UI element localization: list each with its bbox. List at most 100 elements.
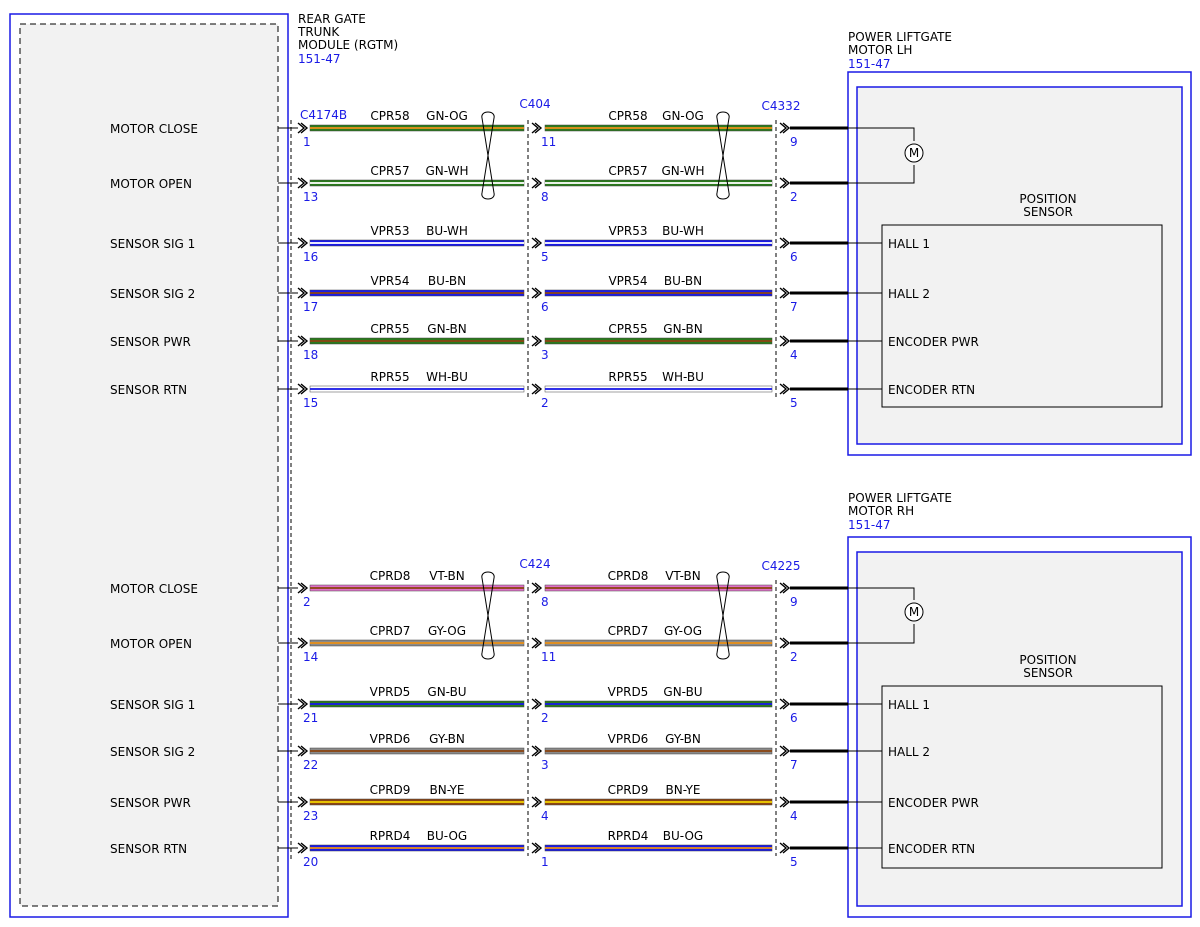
wire-segment-2-stripe — [545, 587, 772, 589]
component-pin-number: 9 — [790, 595, 798, 609]
wire-color-left: WH-BU — [426, 370, 468, 384]
position-sensor-box — [881, 224, 1163, 408]
signal-label: SENSOR PWR — [110, 335, 191, 349]
circuit-id-right: VPRD6 — [608, 732, 649, 746]
module-pin-number: 18 — [303, 348, 318, 362]
component-pin-number: 6 — [790, 250, 798, 264]
wire-color-right: BN-YE — [665, 783, 700, 797]
wire-color-right: WH-BU — [662, 370, 704, 384]
signal-label: SENSOR SIG 1 — [110, 698, 195, 712]
inline-pin-arrow — [531, 842, 543, 854]
wire-segment-2-stripe — [545, 127, 772, 129]
connector-component-label: C4225 — [762, 559, 801, 573]
inline-pin-number: 11 — [541, 650, 556, 664]
module-pin-arrow — [297, 698, 309, 710]
wire-color-right: GN-WH — [661, 164, 704, 178]
component-pin-number: 2 — [790, 650, 798, 664]
sensor-terminal-label: ENCODER PWR — [888, 796, 979, 810]
circuit-id-right: CPR55 — [608, 322, 647, 336]
component-pin-arrow — [779, 745, 791, 757]
inline-pin-arrow — [531, 698, 543, 710]
connector-component-label: C4332 — [762, 99, 801, 113]
sensor-title-line-2: SENSOR — [1023, 205, 1073, 219]
module-pin-number: 15 — [303, 396, 318, 410]
wire-segment-1-stripe — [310, 847, 524, 849]
component-title-line-1: POWER LIFTGATE — [848, 491, 952, 505]
component-pin-number: 6 — [790, 711, 798, 725]
wire-color-right: GY-BN — [665, 732, 701, 746]
component-pin-number: 9 — [790, 135, 798, 149]
sensor-title-line-2: SENSOR — [1023, 666, 1073, 680]
wire-color-right: BU-OG — [663, 829, 703, 843]
signal-label: SENSOR SIG 2 — [110, 287, 195, 301]
wire-color-left: BN-YE — [429, 783, 464, 797]
inline-pin-arrow — [531, 335, 543, 347]
module-pin-number: 20 — [303, 855, 318, 869]
module-pin-arrow — [297, 383, 309, 395]
module-title-line-3: MODULE (RGTM) — [298, 38, 398, 52]
wire-segment-2-stripe — [545, 292, 772, 294]
signal-label: SENSOR SIG 2 — [110, 745, 195, 759]
module-pin-number: 22 — [303, 758, 318, 772]
circuit-id-left: VPRD5 — [370, 685, 411, 699]
wire-color-right: GY-OG — [664, 624, 702, 638]
component-pin-arrow — [779, 698, 791, 710]
wire-color-left: GN-OG — [426, 109, 468, 123]
wire-segment-2-stripe — [545, 340, 772, 342]
wire-color-left: BU-WH — [426, 224, 468, 238]
sensor-terminal-label: HALL 1 — [888, 237, 930, 251]
component-pin-number: 7 — [790, 758, 798, 772]
circuit-id-right: CPR57 — [608, 164, 647, 178]
circuit-id-right: CPR58 — [608, 109, 647, 123]
signal-label: SENSOR RTN — [110, 383, 187, 397]
module-pin-number: 13 — [303, 190, 318, 204]
wire-segment-2-stripe — [545, 750, 772, 752]
wire-segment-1-stripe — [310, 292, 524, 294]
circuit-id-right: CPRD9 — [608, 783, 649, 797]
wire-color-left: GY-OG — [428, 624, 466, 638]
wire-segment-2-stripe — [545, 847, 772, 849]
circuit-id-left: VPR54 — [370, 274, 409, 288]
module-pin-arrow — [297, 177, 309, 189]
inline-pin-number: 3 — [541, 758, 549, 772]
component-pin-number: 4 — [790, 809, 798, 823]
circuit-id-right: RPRD4 — [608, 829, 649, 843]
circuit-id-left: CPRD8 — [370, 569, 411, 583]
circuit-id-right: VPRD5 — [608, 685, 649, 699]
wire-segment-1-stripe — [310, 703, 524, 705]
wire-segment-2-stripe — [545, 182, 772, 184]
module-pin-arrow — [297, 842, 309, 854]
module-pin-arrow — [297, 335, 309, 347]
signal-label: SENSOR RTN — [110, 842, 187, 856]
circuit-id-left: CPR58 — [370, 109, 409, 123]
connector-inline-label: C424 — [519, 557, 550, 571]
wire-color-right: BU-WH — [662, 224, 704, 238]
connector-inline-label: C404 — [519, 97, 550, 111]
wire-segment-1-stripe — [310, 750, 524, 752]
inline-pin-arrow — [531, 745, 543, 757]
circuit-id-left: VPRD6 — [370, 732, 411, 746]
sensor-title-line-1: POSITION — [1019, 653, 1076, 667]
module-pin-arrow — [297, 745, 309, 757]
signal-label: MOTOR OPEN — [110, 637, 192, 651]
circuit-id-right: VPR54 — [608, 274, 647, 288]
component-pin-number: 5 — [790, 396, 798, 410]
wire-segment-2-stripe — [545, 703, 772, 705]
module-pin-arrow — [297, 637, 309, 649]
inline-pin-arrow — [531, 796, 543, 808]
component-title-line-1: POWER LIFTGATE — [848, 30, 952, 44]
component-pin-number: 5 — [790, 855, 798, 869]
wire-segment-2-stripe — [545, 242, 772, 244]
component-pin-number: 2 — [790, 190, 798, 204]
wire-segment-1-stripe — [310, 801, 524, 803]
inline-pin-number: 4 — [541, 809, 549, 823]
module-pin-arrow — [297, 237, 309, 249]
wire-color-left: GN-BU — [427, 685, 466, 699]
inline-pin-number: 5 — [541, 250, 549, 264]
wire-color-left: BU-OG — [427, 829, 467, 843]
module-pin-number: 2 — [303, 595, 311, 609]
component-ref: 151-47 — [848, 518, 891, 532]
wire-segment-2-stripe — [545, 388, 772, 390]
wire-segment-1-stripe — [310, 242, 524, 244]
wire-segment-2-stripe — [545, 642, 772, 644]
